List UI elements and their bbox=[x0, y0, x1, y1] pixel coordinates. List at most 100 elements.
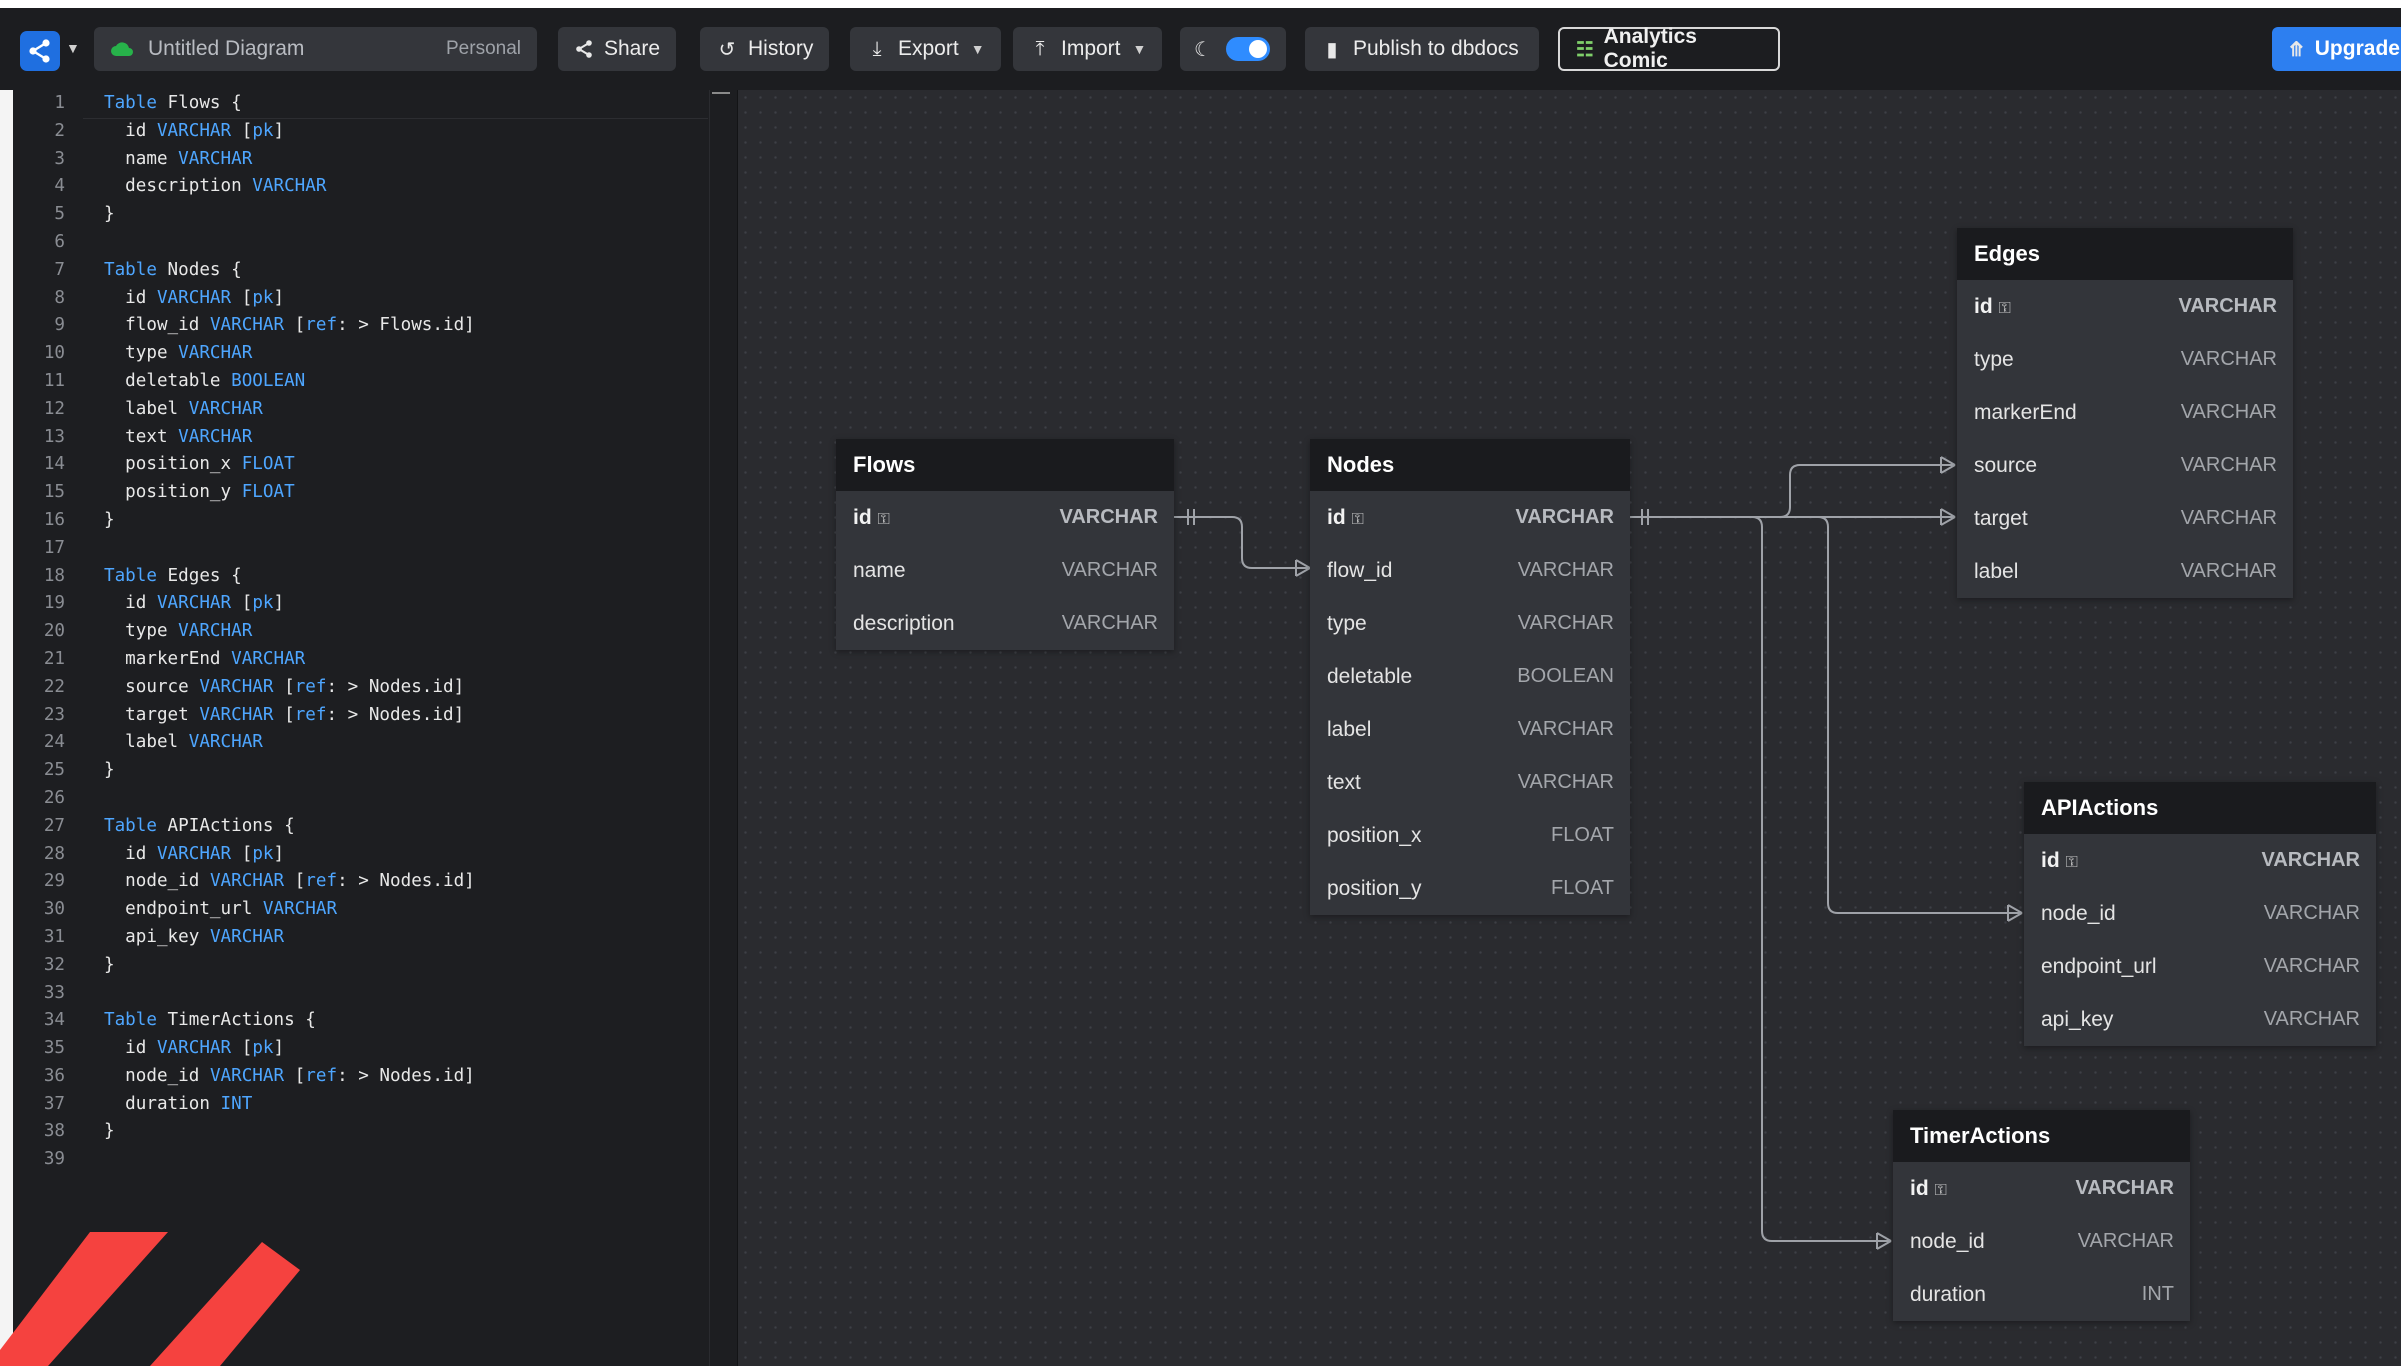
key-icon: ⚿ bbox=[2065, 853, 2078, 871]
field-name: label bbox=[1974, 559, 2019, 583]
field-name: node_id bbox=[2041, 901, 2116, 925]
field-name: duration bbox=[1910, 1282, 1986, 1306]
field-type: VARCHAR bbox=[1517, 718, 1614, 740]
field-type: VARCHAR bbox=[1061, 612, 1158, 634]
table-nodes[interactable]: Nodes id ⚿ VARCHAR flow_id VARCHAR type VARCHAR… bbox=[1310, 439, 1630, 915]
field-name: flow_id bbox=[1327, 558, 1393, 582]
field-name-wrap: flow_id bbox=[1327, 559, 1392, 583]
field-name-wrap: node_id bbox=[1910, 1230, 1985, 1254]
table-field-row[interactable]: name VARCHAR bbox=[836, 544, 1174, 597]
table-header[interactable]: Edges bbox=[1957, 228, 2293, 280]
table-field-row[interactable]: duration INT bbox=[1893, 1268, 2190, 1321]
field-type: VARCHAR bbox=[1517, 559, 1614, 581]
table-field-row[interactable]: markerEnd VARCHAR bbox=[1957, 386, 2293, 439]
table-edges[interactable]: Edges id ⚿ VARCHAR type VARCHAR markerEnd VARCH… bbox=[1957, 228, 2293, 598]
field-type: VARCHAR bbox=[2075, 1177, 2174, 1199]
field-name-wrap: position_y bbox=[1327, 877, 1422, 901]
relation-nodes-edges-source bbox=[1779, 464, 1955, 518]
table-field-row[interactable]: id ⚿ VARCHAR bbox=[836, 491, 1174, 544]
field-name-wrap: id ⚿ bbox=[853, 506, 890, 530]
table-field-row[interactable]: api_key VARCHAR bbox=[2024, 993, 2376, 1046]
field-name-wrap: markerEnd bbox=[1974, 401, 2077, 425]
table-field-row[interactable]: node_id VARCHAR bbox=[1893, 1215, 2190, 1268]
field-type: VARCHAR bbox=[1059, 506, 1158, 528]
field-name: text bbox=[1327, 770, 1361, 794]
field-name-wrap: api_key bbox=[2041, 1008, 2113, 1032]
table-field-row[interactable]: source VARCHAR bbox=[1957, 439, 2293, 492]
field-type: VARCHAR bbox=[2178, 295, 2277, 317]
field-name: name bbox=[853, 558, 906, 582]
table-field-row[interactable]: id ⚿ VARCHAR bbox=[2024, 834, 2376, 887]
table-field-row[interactable]: position_y FLOAT bbox=[1310, 862, 1630, 915]
table-header[interactable]: TimerActions bbox=[1893, 1110, 2190, 1162]
table-field-row[interactable]: label VARCHAR bbox=[1310, 703, 1630, 756]
field-name: target bbox=[1974, 506, 2028, 530]
field-name-wrap: type bbox=[1327, 612, 1367, 636]
field-name-wrap: source bbox=[1974, 454, 2037, 478]
field-name-wrap: description bbox=[853, 612, 955, 636]
field-name-wrap: type bbox=[1974, 348, 2014, 372]
field-type: VARCHAR bbox=[2263, 902, 2360, 924]
field-name: id bbox=[2041, 848, 2060, 872]
field-type: VARCHAR bbox=[1515, 506, 1614, 528]
field-name: description bbox=[853, 611, 955, 635]
table-field-row[interactable]: type VARCHAR bbox=[1310, 597, 1630, 650]
relation-nodes-timeractions bbox=[1751, 516, 1891, 1242]
field-name: type bbox=[1974, 347, 2014, 371]
table-header[interactable]: Nodes bbox=[1310, 439, 1630, 491]
field-type: VARCHAR bbox=[1517, 771, 1614, 793]
field-name-wrap: id ⚿ bbox=[1910, 1177, 1947, 1201]
field-type: VARCHAR bbox=[2263, 955, 2360, 977]
table-field-row[interactable]: label VARCHAR bbox=[1957, 545, 2293, 598]
key-icon: ⚿ bbox=[1934, 1181, 1947, 1199]
field-name-wrap: position_x bbox=[1327, 824, 1422, 848]
table-header[interactable]: APIActions bbox=[2024, 782, 2376, 834]
field-name: id bbox=[1910, 1176, 1929, 1200]
field-name: markerEnd bbox=[1974, 400, 2077, 424]
field-type: VARCHAR bbox=[2180, 401, 2277, 423]
table-field-row[interactable]: target VARCHAR bbox=[1957, 492, 2293, 545]
field-name-wrap: id ⚿ bbox=[1327, 506, 1364, 530]
field-name: type bbox=[1327, 611, 1367, 635]
table-field-row[interactable]: type VARCHAR bbox=[1957, 333, 2293, 386]
field-name: position_x bbox=[1327, 823, 1422, 847]
table-field-row[interactable]: endpoint_url VARCHAR bbox=[2024, 940, 2376, 993]
table-field-row[interactable]: text VARCHAR bbox=[1310, 756, 1630, 809]
field-type: VARCHAR bbox=[1061, 559, 1158, 581]
field-name-wrap: text bbox=[1327, 771, 1361, 795]
field-type: FLOAT bbox=[1551, 824, 1614, 846]
table-flows[interactable]: Flows id ⚿ VARCHAR name VARCHAR description VAR… bbox=[836, 439, 1174, 650]
table-field-row[interactable]: node_id VARCHAR bbox=[2024, 887, 2376, 940]
field-type: FLOAT bbox=[1551, 877, 1614, 899]
table-field-row[interactable]: id ⚿ VARCHAR bbox=[1893, 1162, 2190, 1215]
field-name: source bbox=[1974, 453, 2038, 477]
field-name: endpoint_url bbox=[2041, 954, 2157, 978]
table-timeractions[interactable]: TimerActions id ⚿ VARCHAR node_id VARCHAR dura… bbox=[1893, 1110, 2190, 1321]
field-name: position_y bbox=[1327, 876, 1422, 900]
field-name-wrap: endpoint_url bbox=[2041, 955, 2157, 979]
table-field-row[interactable]: description VARCHAR bbox=[836, 597, 1174, 650]
table-apiactions[interactable]: APIActions id ⚿ VARCHAR node_id VARCHAR endpoi… bbox=[2024, 782, 2376, 1046]
field-name-wrap: name bbox=[853, 559, 906, 583]
field-name-wrap: id ⚿ bbox=[2041, 849, 2078, 873]
table-field-row[interactable]: flow_id VARCHAR bbox=[1310, 544, 1630, 597]
field-type: VARCHAR bbox=[2180, 348, 2277, 370]
field-type: VARCHAR bbox=[2180, 507, 2277, 529]
field-name-wrap: target bbox=[1974, 507, 2028, 531]
table-field-row[interactable]: deletable BOOLEAN bbox=[1310, 650, 1630, 703]
field-name: id bbox=[853, 505, 872, 529]
field-type: VARCHAR bbox=[1517, 612, 1614, 634]
decorative-stripes bbox=[0, 1232, 300, 1366]
table-field-row[interactable]: id ⚿ VARCHAR bbox=[1310, 491, 1630, 544]
key-icon: ⚿ bbox=[877, 510, 890, 528]
field-name-wrap: deletable bbox=[1327, 665, 1412, 689]
table-header[interactable]: Flows bbox=[836, 439, 1174, 491]
field-name: label bbox=[1327, 717, 1372, 741]
table-field-row[interactable]: id ⚿ VARCHAR bbox=[1957, 280, 2293, 333]
field-type: VARCHAR bbox=[2180, 560, 2277, 582]
field-type: BOOLEAN bbox=[1517, 665, 1614, 687]
key-icon: ⚿ bbox=[1351, 510, 1364, 528]
field-name: node_id bbox=[1910, 1229, 1985, 1253]
table-field-row[interactable]: position_x FLOAT bbox=[1310, 809, 1630, 862]
field-name-wrap: id ⚿ bbox=[1974, 295, 2011, 319]
